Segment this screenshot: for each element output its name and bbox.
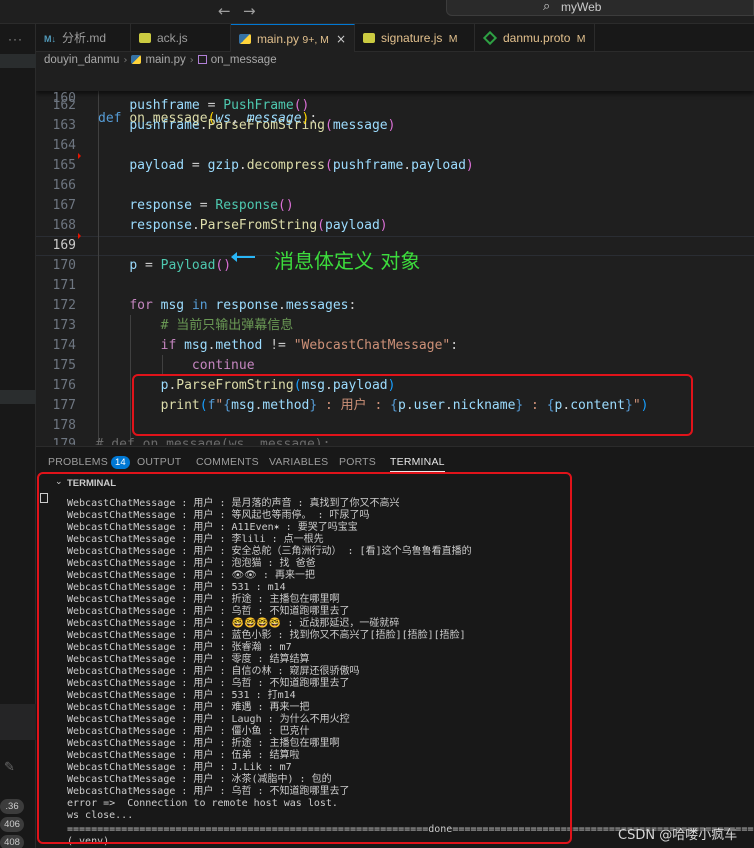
code-text: for msg in response.messages: [129, 298, 357, 313]
code-line[interactable]: 165 payload = gzip.decompress(pushframe.… [36, 156, 754, 176]
tab-ack-js[interactable]: ack.js [131, 24, 231, 52]
code-comment: # 当前只输出弹幕信息 [98, 318, 294, 333]
code-text: response = Response() [129, 198, 294, 213]
code-editor[interactable]: 160 def on_message(ws, message): 162 pus… [36, 69, 754, 445]
sidebar-selection [0, 54, 36, 68]
tab-variables[interactable]: VARIABLES [269, 456, 328, 468]
code-text: p = Payload() [129, 258, 232, 273]
problems-count-badge: 14 [110, 456, 130, 469]
breadcrumb-file[interactable]: main.py [145, 54, 185, 66]
editor-tab-bar: M↓ 分析.md ack.js main.py 9+, M × signature.… [36, 24, 754, 53]
code-line[interactable]: 172 for msg in response.messages: [36, 296, 754, 316]
code-line[interactable]: 166 [36, 176, 754, 196]
close-icon[interactable]: × [336, 25, 346, 53]
code-text: def on_message(ws, message): [98, 111, 318, 126]
more-icon[interactable]: ··· [8, 32, 23, 46]
python-file-icon [131, 55, 142, 64]
code-line[interactable]: 167 response = Response() [36, 196, 754, 216]
sidebar-selection [0, 390, 36, 404]
javascript-file-icon [139, 33, 151, 43]
tab-output[interactable]: OUTPUT [137, 456, 181, 468]
python-file-icon [239, 34, 251, 44]
code-text: continue [98, 358, 255, 373]
count-badge: 406 [0, 817, 24, 832]
highlight-box [132, 374, 693, 436]
pencil-icon[interactable]: ✎ [4, 760, 15, 775]
search-text: myWeb [561, 0, 602, 14]
tab-terminal[interactable]: TERMINAL [390, 456, 445, 472]
activity-bar: ··· ✎ .36 406 408 [0, 24, 36, 848]
search-icon: ⌕ [543, 0, 551, 14]
back-arrow-icon[interactable]: ← [218, 2, 231, 20]
watermark: CSDN @哈喽小疯车 [618, 828, 738, 843]
code-line[interactable]: 173 # 当前只输出弹幕信息 [36, 316, 754, 336]
folded-code-line[interactable]: 179 # def on_message(ws, message):… [36, 435, 754, 445]
markdown-icon: M↓ [44, 34, 56, 44]
tab-danmu-proto[interactable]: danmu.proto M [475, 24, 595, 52]
tab-problems[interactable]: PROBLEMS 14 [48, 456, 130, 469]
tab-main-py[interactable]: main.py 9+, M × [231, 24, 355, 53]
breadcrumb: douyin_danmu › main.py › on_message [36, 52, 754, 69]
code-line[interactable]: 175 continue [36, 356, 754, 376]
count-badge: .36 [0, 799, 24, 814]
annotation-arrow [231, 252, 255, 262]
code-line[interactable]: 168 response.ParseFromString(payload) [36, 216, 754, 236]
sticky-scroll-line[interactable]: 160 def on_message(ws, message): [36, 69, 754, 126]
annotation-text: 消息体定义 对象 [274, 249, 421, 273]
highlight-box [37, 472, 572, 844]
sidebar-selection [0, 704, 36, 740]
function-icon [197, 55, 207, 64]
tab-analysis-md[interactable]: M↓ 分析.md [36, 24, 131, 52]
tab-ports[interactable]: PORTS [339, 456, 376, 468]
code-text: payload = gzip.decompress(pushframe.payl… [129, 158, 474, 173]
code-line[interactable]: 171 [36, 276, 754, 296]
code-line[interactable]: 164 [36, 136, 754, 156]
breadcrumb-folder[interactable]: douyin_danmu [44, 54, 119, 66]
tab-comments[interactable]: COMMENTS [196, 456, 259, 468]
javascript-file-icon [363, 33, 375, 43]
proto-file-icon [482, 30, 498, 46]
tab-signature-js[interactable]: signature.js M [355, 24, 475, 52]
code-text: response.ParseFromString(payload) [129, 218, 388, 233]
title-bar: ← → ⌕ myWeb [0, 0, 754, 24]
code-text: if msg.method != "WebcastChatMessage": [160, 338, 459, 353]
breadcrumb-symbol[interactable]: on_message [211, 54, 277, 66]
code-line[interactable]: 174 if msg.method != "WebcastChatMessage… [36, 336, 754, 356]
command-center-search[interactable]: ⌕ myWeb [446, 0, 754, 16]
count-badge: 408 [0, 835, 24, 848]
chevron-right-icon: › [189, 55, 194, 66]
forward-arrow-icon[interactable]: → [243, 2, 256, 20]
chevron-right-icon: › [123, 55, 128, 66]
